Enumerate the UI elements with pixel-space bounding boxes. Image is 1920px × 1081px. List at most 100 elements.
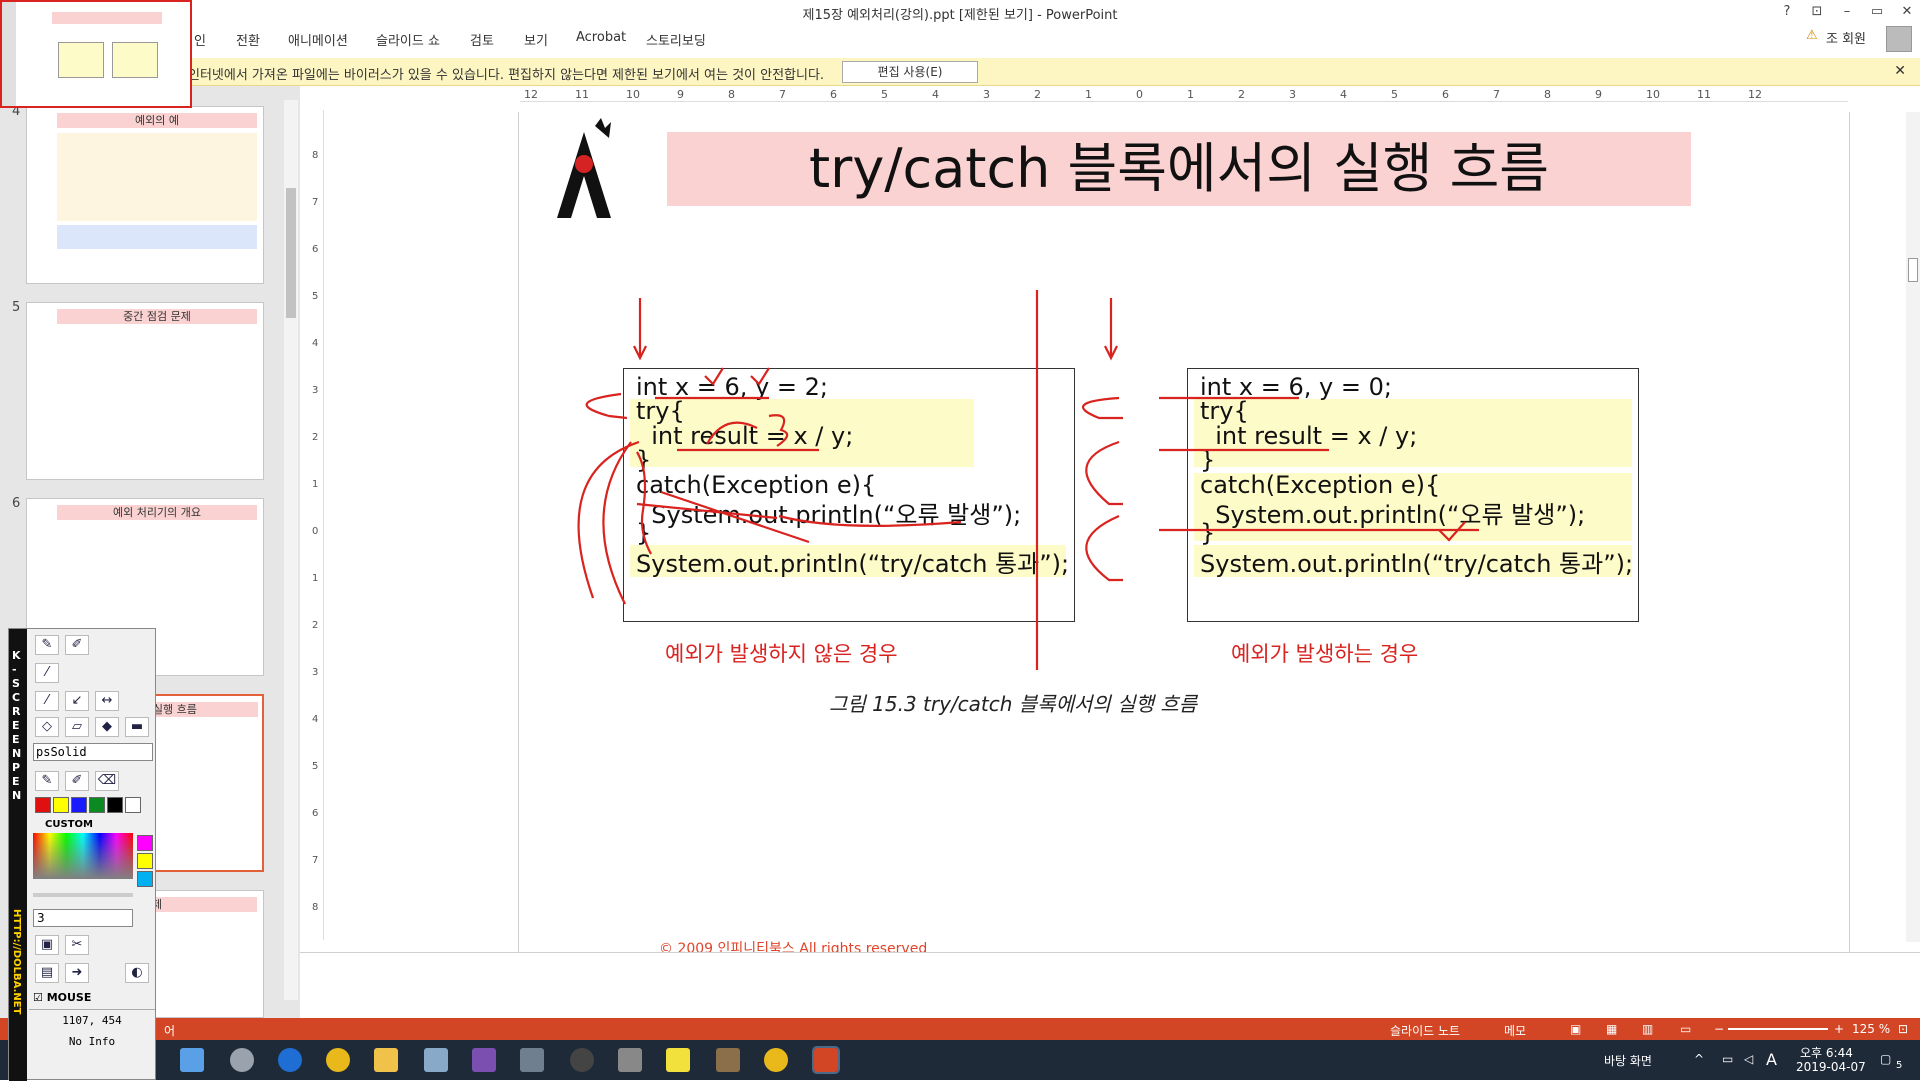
scrollbar-thumb[interactable] (286, 188, 296, 318)
zoom-out-icon[interactable]: − (1714, 1022, 1724, 1036)
mouse-checkbox[interactable]: ☑ MOUSE (33, 991, 91, 1004)
line-style-select[interactable]: psSolid (33, 743, 153, 761)
minimize-button[interactable]: – (1834, 2, 1860, 22)
ruler-tick-label: 2 (1034, 88, 1041, 101)
flow-curve (1082, 396, 1123, 420)
slide-canvas[interactable]: try/catch 블록에서의 실행 흐름 int x = 6, y = 2; t… (518, 112, 1850, 957)
memo-button[interactable]: 메모 (1504, 1022, 1526, 1039)
clock-time[interactable]: 오후 6:44 (1800, 1044, 1853, 1061)
color-swatch[interactable] (89, 797, 105, 813)
enable-editing-button[interactable]: 편집 사용(E) (842, 61, 978, 83)
thumbnail-slide-4[interactable]: 예외의 예 (26, 106, 264, 284)
eraser-tool-button[interactable]: ⌫ (95, 771, 119, 791)
pen-tool-button[interactable]: ✎ (35, 635, 59, 655)
scrollbar-thumb[interactable] (1908, 258, 1918, 282)
save-icon[interactable]: ▣ (35, 935, 59, 955)
double-arrow-tool-button[interactable]: ↔ (95, 691, 119, 711)
protected-view-bar: 인터넷에서 가져온 파일에는 바이러스가 있을 수 있습니다. 편집하지 않는다… (0, 58, 1920, 86)
line-tool-button[interactable]: ⁄ (35, 691, 59, 711)
custom-color-swatch[interactable] (137, 853, 153, 869)
folder-icon[interactable] (374, 1048, 398, 1072)
slideshow-icon[interactable]: ▭ (1680, 1022, 1691, 1036)
chevron-up-icon[interactable]: ^ (1694, 1052, 1704, 1066)
normal-view-icon[interactable]: ▣ (1570, 1022, 1581, 1036)
fit-slide-icon[interactable]: ⊡ (1898, 1022, 1908, 1036)
color-picker[interactable] (33, 833, 133, 879)
volume-icon[interactable]: ◁ (1744, 1052, 1753, 1066)
zoom-slider[interactable] (1728, 1028, 1828, 1030)
app-icon[interactable] (570, 1048, 594, 1072)
app-icon[interactable] (180, 1048, 204, 1072)
avatar[interactable] (1886, 26, 1912, 52)
marker-tool-button[interactable]: ✐ (65, 635, 89, 655)
notification-icon[interactable]: ▢ (1880, 1052, 1891, 1066)
sticky-notes-icon[interactable] (666, 1048, 690, 1072)
color-swatch[interactable] (125, 797, 141, 813)
visual-studio-icon[interactable] (472, 1048, 496, 1072)
close-button[interactable]: ✕ (1894, 2, 1920, 22)
zoom-level[interactable]: 125 % (1852, 1022, 1890, 1036)
user-name[interactable]: 조 회원 (1826, 28, 1866, 47)
color-swatch[interactable] (107, 797, 123, 813)
color-swatch[interactable] (35, 797, 51, 813)
network-icon[interactable]: ▭ (1722, 1052, 1733, 1066)
tab-slideshow[interactable]: 슬라이드 쇼 (376, 30, 440, 49)
powerpoint-icon[interactable] (812, 1046, 840, 1074)
pen-tool-button[interactable]: ✎ (35, 771, 59, 791)
color-swatch[interactable] (53, 797, 69, 813)
cross-line (636, 502, 778, 520)
app-icon[interactable] (424, 1048, 448, 1072)
line-style-value: psSolid (36, 745, 87, 759)
tab-transitions[interactable]: 전환 (236, 30, 260, 49)
desktop-label[interactable]: 바탕 화면 (1604, 1052, 1652, 1069)
clock-date[interactable]: 2019-04-07 (1796, 1060, 1866, 1074)
zoom-in-icon[interactable]: + (1834, 1022, 1844, 1036)
help-button[interactable]: ? (1774, 2, 1800, 22)
ruler-tick-label: 0 (312, 526, 319, 537)
calculator-icon[interactable] (618, 1048, 642, 1072)
app-icon[interactable] (520, 1048, 544, 1072)
tab-review[interactable]: 검토 (470, 30, 494, 49)
width-slider[interactable] (33, 893, 133, 897)
app-icon[interactable] (230, 1048, 254, 1072)
ruler-tick-label: 7 (1493, 88, 1500, 101)
thumbnail-scrollbar[interactable] (284, 100, 298, 1000)
thumbnail-slide-5[interactable]: 중간 점검 문제 (26, 302, 264, 480)
ime-indicator[interactable]: A (1766, 1050, 1777, 1069)
shape-tool-button[interactable]: ◇ (35, 717, 59, 737)
reading-view-icon[interactable]: ▥ (1642, 1022, 1653, 1036)
toggle-icon[interactable]: ◐ (125, 963, 149, 983)
app-icon[interactable] (716, 1048, 740, 1072)
width-input[interactable]: 3 (33, 909, 133, 927)
tab-storyboarding[interactable]: 스토리보딩 (646, 30, 706, 49)
image-icon[interactable]: ▤ (35, 963, 59, 983)
notes-button[interactable]: 슬라이드 노트 (1390, 1022, 1460, 1039)
slide-scrollbar[interactable] (1906, 112, 1920, 942)
maximize-button[interactable]: ▭ (1864, 2, 1890, 22)
line-tool-button[interactable]: ⁄ (35, 663, 59, 683)
slide-preview-window[interactable] (0, 0, 192, 108)
tab-animations[interactable]: 애니메이션 (288, 30, 348, 49)
ribbon-display-button[interactable]: ⊡ (1804, 2, 1830, 22)
tab-acrobat[interactable]: Acrobat (576, 30, 626, 45)
custom-color-swatch[interactable] (137, 871, 153, 887)
tab-design[interactable]: 인 (194, 30, 206, 49)
tab-view[interactable]: 보기 (524, 30, 548, 49)
chrome-icon[interactable] (764, 1048, 788, 1072)
close-icon[interactable]: ✕ (1894, 63, 1906, 79)
status-text: 어 (164, 1024, 176, 1038)
exit-icon[interactable]: ➜ (65, 963, 89, 983)
chrome-icon[interactable] (326, 1048, 350, 1072)
edge-icon[interactable] (278, 1048, 302, 1072)
highlighter-tool-button[interactable]: ✐ (65, 771, 89, 791)
pen-vertical-title: K-SCREEN PEN (12, 649, 22, 802)
custom-color-swatch[interactable] (137, 835, 153, 851)
notes-area[interactable] (300, 952, 1920, 1018)
slide-sorter-icon[interactable]: ▦ (1606, 1022, 1617, 1036)
capture-icon[interactable]: ✂ (65, 935, 89, 955)
fill-tool-button[interactable]: ▬ (125, 717, 149, 737)
shape-tool-button[interactable]: ▱ (65, 717, 89, 737)
arrow-tool-button[interactable]: ↙ (65, 691, 89, 711)
fill-tool-button[interactable]: ◆ (95, 717, 119, 737)
color-swatch[interactable] (71, 797, 87, 813)
